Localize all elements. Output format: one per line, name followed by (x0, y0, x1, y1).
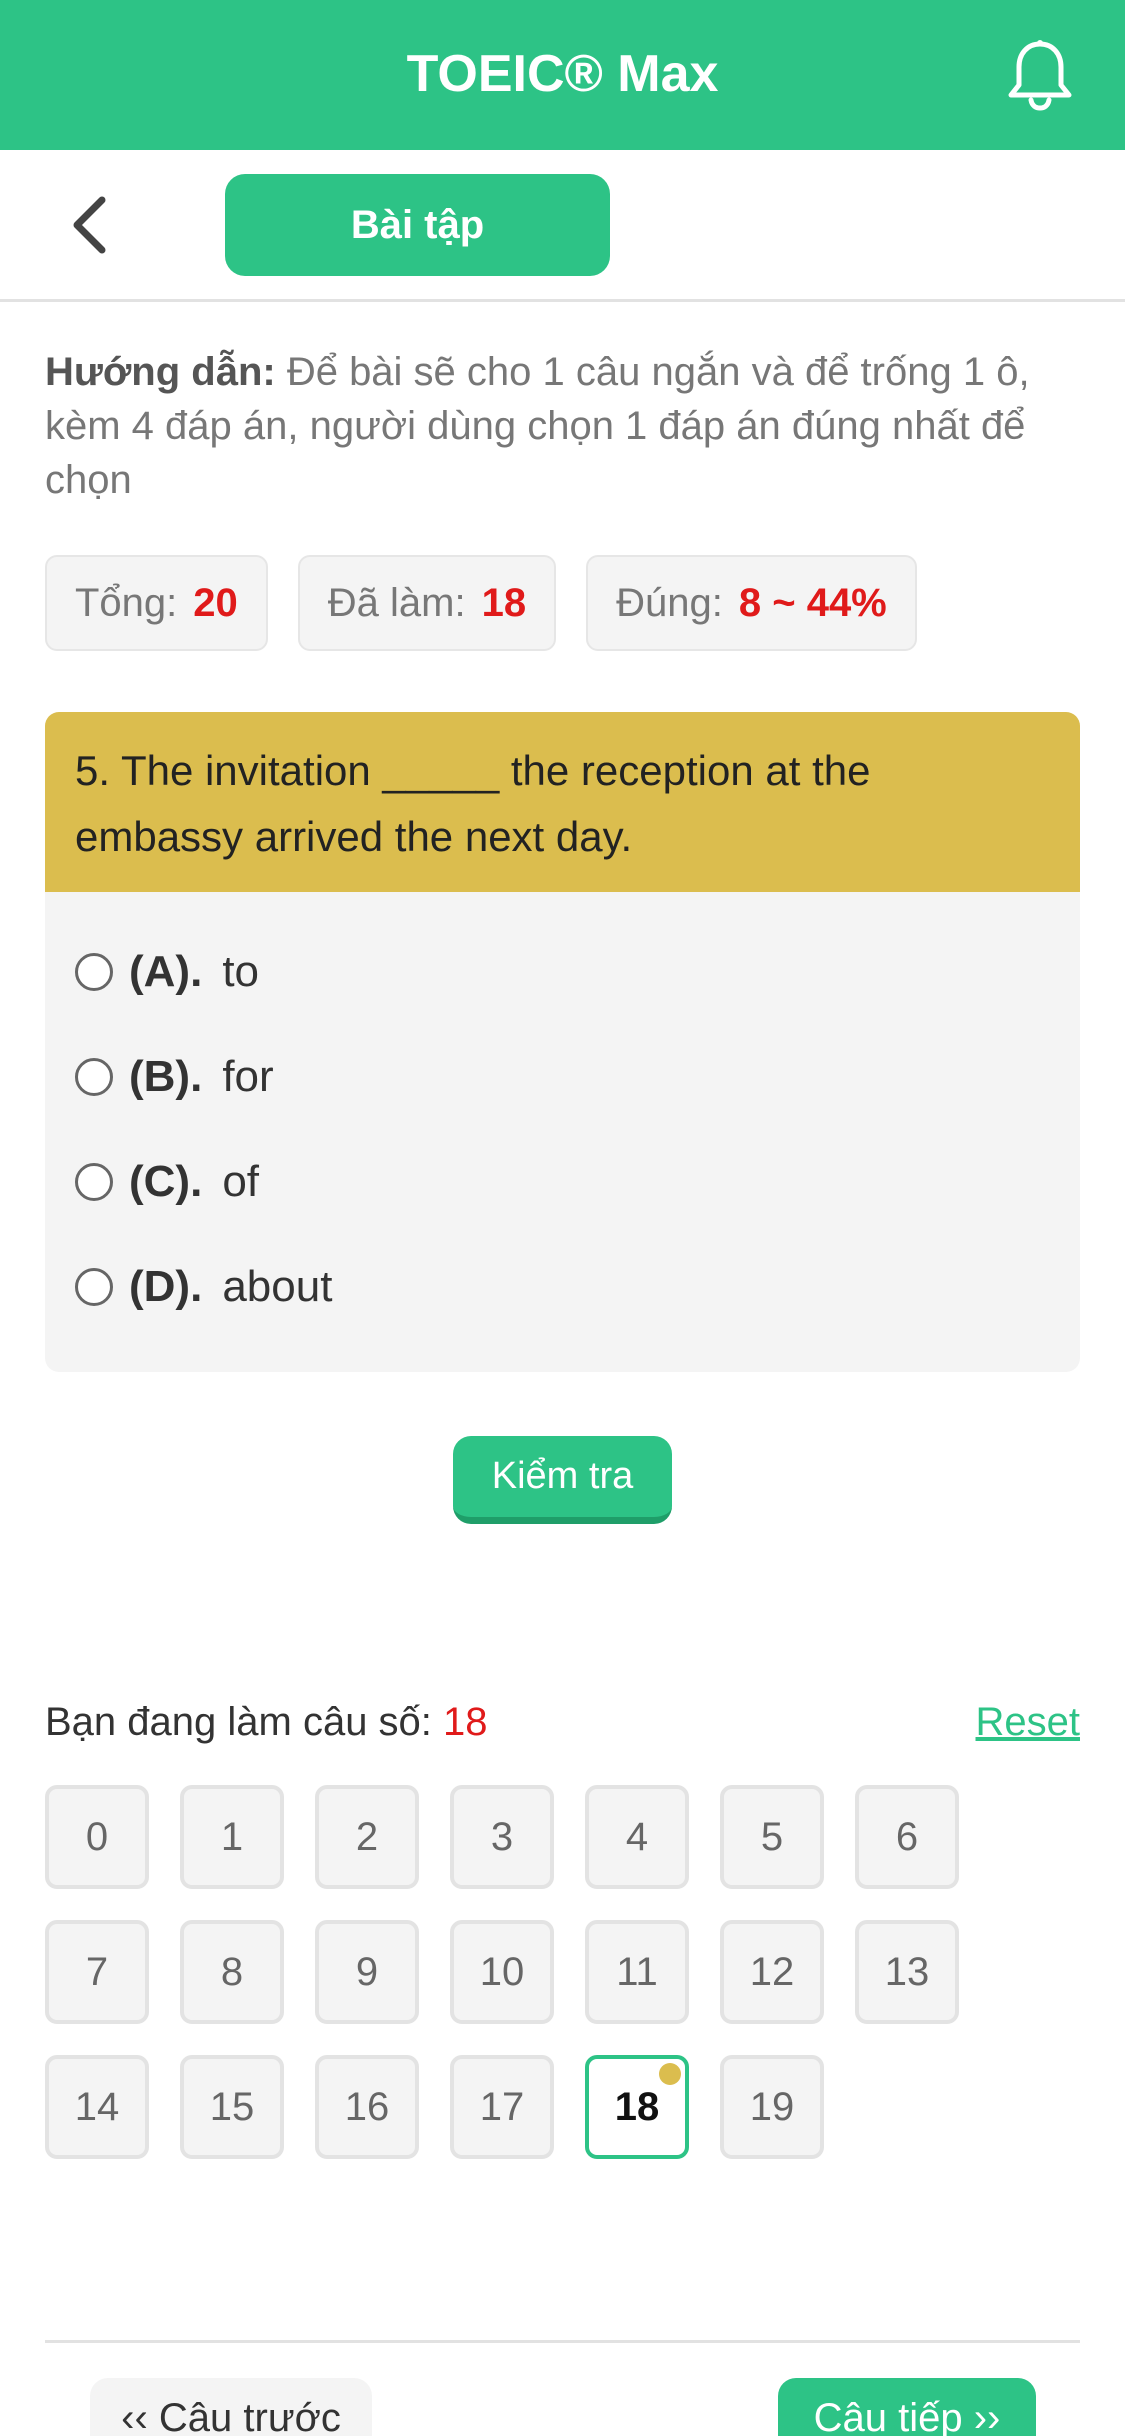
stats-row: Tổng: 20 Đã làm: 18 Đúng: 8 ~ 44% (45, 555, 917, 651)
current-question-text: Bạn đang làm câu số: (45, 1700, 432, 1744)
question-text: 5. The invitation _____ the reception at… (45, 712, 1080, 892)
question-cell[interactable]: 3 (450, 1785, 554, 1889)
radio-a[interactable] (75, 953, 113, 991)
check-answer-button[interactable]: Kiểm tra (453, 1436, 672, 1524)
stat-done-label: Đã làm: (327, 580, 466, 625)
question-cell-number: 18 (614, 2084, 660, 2129)
divider (45, 2340, 1080, 2343)
radio-d[interactable] (75, 1268, 113, 1306)
option-c[interactable]: (C). of (75, 1147, 259, 1217)
reset-link[interactable]: Reset (976, 1700, 1081, 1745)
bell-icon[interactable] (1005, 38, 1075, 112)
question-cell[interactable]: 16 (315, 2055, 419, 2159)
option-a-letter: (A). (129, 947, 203, 996)
sub-header: Bài tập (0, 150, 1125, 302)
question-cell[interactable]: 19 (720, 2055, 824, 2159)
question-cell-current[interactable]: 18 (585, 2055, 689, 2159)
option-d[interactable]: (D). about (75, 1252, 332, 1322)
stat-done-value: 18 (481, 580, 527, 625)
question-cell[interactable]: 17 (450, 2055, 554, 2159)
question-cell[interactable]: 2 (315, 1785, 419, 1889)
back-chevron-icon[interactable] (62, 190, 122, 260)
stat-total: Tổng: 20 (45, 555, 268, 651)
app-title: TOEIC® Max (406, 45, 719, 103)
question-cell[interactable]: 12 (720, 1920, 824, 2024)
app-header: TOEIC® Max (0, 0, 1125, 150)
instructions-label: Hướng dẫn: (45, 350, 276, 394)
stat-total-label: Tổng: (75, 580, 178, 625)
option-a-text: to (222, 947, 260, 996)
question-cell[interactable]: 14 (45, 2055, 149, 2159)
answer-options: (A). to (B). for (C). of (D). about (45, 892, 1080, 1372)
option-a[interactable]: (A). to (75, 937, 259, 1007)
question-cell[interactable]: 5 (720, 1785, 824, 1889)
question-cell[interactable]: 13 (855, 1920, 959, 2024)
option-b-text: for (222, 1052, 274, 1101)
option-c-letter: (C). (129, 1157, 203, 1206)
question-cell[interactable]: 11 (585, 1920, 689, 2024)
instructions: Hướng dẫn: Để bài sẽ cho 1 câu ngắn và đ… (45, 345, 1085, 507)
question-cell[interactable]: 7 (45, 1920, 149, 2024)
tab-bai-tap[interactable]: Bài tập (225, 174, 610, 276)
stat-total-value: 20 (193, 580, 238, 625)
question-cell[interactable]: 15 (180, 2055, 284, 2159)
question-cell[interactable]: 8 (180, 1920, 284, 2024)
stat-correct-label: Đúng: (616, 580, 723, 625)
next-question-button[interactable]: Câu tiếp ›› (778, 2378, 1036, 2436)
current-question-label: Bạn đang làm câu số: 18 (45, 1700, 488, 1745)
question-cell[interactable]: 6 (855, 1785, 959, 1889)
option-d-letter: (D). (129, 1262, 203, 1311)
question-cell[interactable]: 4 (585, 1785, 689, 1889)
question-cell[interactable]: 10 (450, 1920, 554, 2024)
current-marker-dot (659, 2063, 681, 2085)
option-b-letter: (B). (129, 1052, 203, 1101)
option-d-text: about (222, 1262, 333, 1311)
radio-b[interactable] (75, 1058, 113, 1096)
radio-c[interactable] (75, 1163, 113, 1201)
option-c-text: of (222, 1157, 260, 1206)
question-cell[interactable]: 9 (315, 1920, 419, 2024)
previous-question-button[interactable]: ‹‹ Câu trước (90, 2378, 372, 2436)
current-question-number: 18 (443, 1700, 488, 1744)
stat-correct: Đúng: 8 ~ 44% (586, 555, 917, 651)
option-b[interactable]: (B). for (75, 1042, 274, 1112)
stat-correct-value: 8 ~ 44% (738, 580, 887, 625)
question-cell[interactable]: 0 (45, 1785, 149, 1889)
stat-done: Đã làm: 18 (297, 555, 557, 651)
question-cell[interactable]: 1 (180, 1785, 284, 1889)
